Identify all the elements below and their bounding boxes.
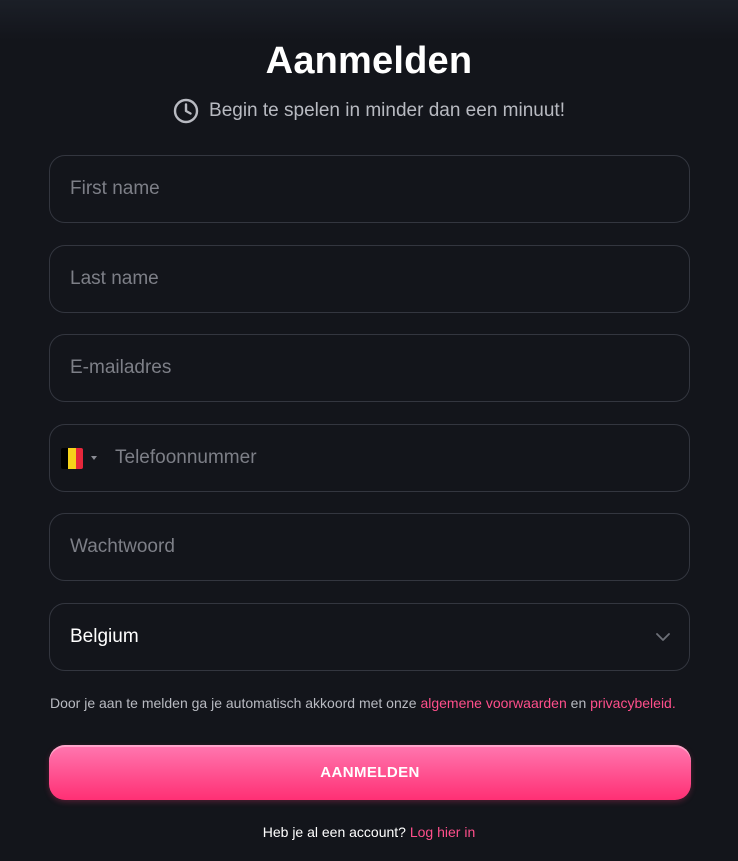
email-field-wrapper xyxy=(49,334,690,402)
login-link[interactable]: Log hier in xyxy=(410,824,475,840)
country-code-selector[interactable] xyxy=(50,425,97,491)
subtitle: Begin te spelen in minder dan een minuut… xyxy=(0,98,738,124)
privacy-link[interactable]: privacybeleid xyxy=(590,695,672,711)
submit-button[interactable]: AANMELDEN xyxy=(49,745,691,800)
terms-conjunction: en xyxy=(570,695,587,711)
login-prompt: Heb je al een account? Log hier in xyxy=(0,824,738,840)
country-select-value: Belgium xyxy=(70,626,139,647)
phone-field-wrapper xyxy=(49,424,690,492)
password-input[interactable] xyxy=(50,514,689,580)
belgium-flag-icon xyxy=(61,447,83,469)
page-title: Aanmelden xyxy=(265,40,473,82)
terms-suffix: . xyxy=(671,695,676,711)
first-name-field-wrapper xyxy=(49,155,690,223)
last-name-input[interactable] xyxy=(50,246,689,312)
password-field-wrapper xyxy=(49,513,690,581)
last-name-field-wrapper xyxy=(49,245,690,313)
terms-link[interactable]: algemene voorwaarden xyxy=(420,695,566,711)
terms-prefix: Door je aan te melden ga je automatisch … xyxy=(50,695,417,711)
clock-icon xyxy=(173,98,199,124)
flag-stripe-black xyxy=(61,447,69,469)
flag-stripe-yellow xyxy=(68,447,76,469)
first-name-input[interactable] xyxy=(50,156,689,222)
phone-input[interactable] xyxy=(97,425,689,491)
signup-form: Aanmelden Begin te spelen in minder dan … xyxy=(0,0,738,861)
login-prompt-text: Heb je al een account? xyxy=(262,824,406,840)
email-input[interactable] xyxy=(50,335,689,401)
country-select[interactable]: Belgium xyxy=(49,603,690,671)
flag-stripe-red xyxy=(75,447,83,469)
subtitle-text: Begin te spelen in minder dan een minuut… xyxy=(209,100,565,121)
terms-notice: Door je aan te melden ga je automatisch … xyxy=(50,695,710,711)
chevron-down-icon xyxy=(656,633,670,641)
